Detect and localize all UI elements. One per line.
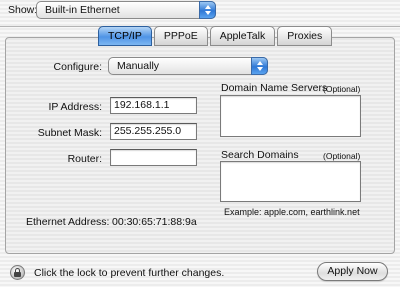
lock-icon[interactable] (10, 265, 25, 280)
search-domains-label: Search Domains (221, 149, 299, 161)
search-domains-example: Example: apple.com, earthlink.net (224, 207, 360, 217)
configure-popup-value: Manually (117, 60, 160, 72)
popup-arrows-icon (251, 57, 268, 75)
configure-popup[interactable]: Manually (108, 57, 268, 75)
lock-text: Click the lock to prevent further change… (34, 267, 225, 279)
apply-now-button[interactable]: Apply Now (317, 262, 388, 281)
subnet-mask-label: Subnet Mask: (37, 127, 102, 139)
tab-pppoe[interactable]: PPPoE (153, 26, 208, 46)
ethernet-address-label: Ethernet Address: (26, 216, 110, 228)
popup-arrows-icon (199, 1, 216, 19)
tab-bar: TCP/IP PPPoE AppleTalk Proxies (98, 26, 334, 46)
router-field[interactable] (110, 149, 197, 166)
tab-appletalk[interactable]: AppleTalk (209, 26, 276, 46)
router-label: Router: (67, 153, 102, 165)
dns-textarea[interactable] (220, 95, 361, 137)
ip-address-label: IP Address: (48, 101, 102, 113)
tab-proxies[interactable]: Proxies (277, 26, 333, 46)
subnet-mask-field[interactable]: 255.255.255.0 (110, 123, 197, 140)
dns-optional: (Optional) (323, 84, 361, 94)
search-domains-optional: (Optional) (323, 151, 361, 161)
ip-address-field[interactable]: 192.168.1.1 (110, 97, 197, 114)
show-popup-value: Built-in Ethernet (45, 4, 120, 16)
show-popup[interactable]: Built-in Ethernet (36, 1, 216, 19)
ethernet-address-value: 00:30:65:71:88:9a (112, 216, 197, 228)
search-domains-textarea[interactable] (220, 161, 361, 202)
dns-label: Domain Name Servers (221, 82, 328, 94)
configure-label: Configure: (53, 61, 102, 73)
show-label: Show: (8, 4, 38, 16)
tab-tcpip[interactable]: TCP/IP (98, 26, 152, 46)
